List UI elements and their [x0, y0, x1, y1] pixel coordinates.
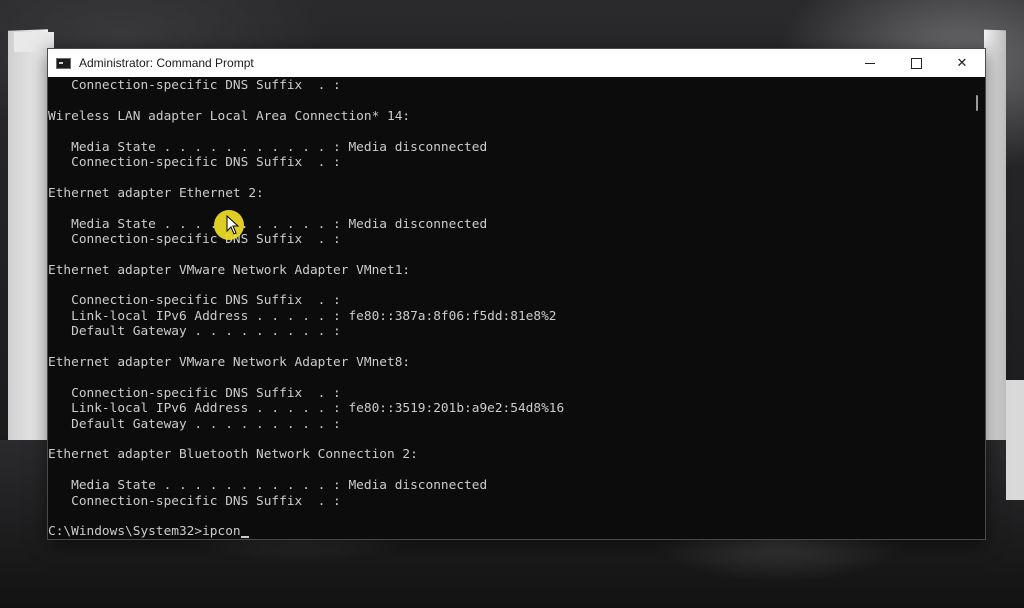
console-line: Ethernet adapter Ethernet 2: [48, 185, 264, 201]
mouse-pointer-icon [226, 215, 240, 235]
console-line: Media State . . . . . . . . . . . : Medi… [48, 139, 488, 155]
text-cursor [240, 536, 249, 539]
minimize-icon [865, 62, 875, 64]
console-lines: Connection-specific DNS Suffix . : Wirele… [48, 78, 564, 539]
close-icon: ✕ [956, 55, 968, 71]
title-bar[interactable]: Administrator: Command Prompt ✕ [48, 49, 985, 77]
background-wall-right [984, 29, 1006, 451]
vertical-scrollbar[interactable] [969, 77, 985, 539]
console-line: Connection-specific DNS Suffix . : [48, 493, 341, 509]
window-controls: ✕ [847, 49, 985, 77]
command-prompt-window[interactable]: Administrator: Command Prompt ✕ Connecti… [47, 48, 986, 540]
window-title: Administrator: Command Prompt [79, 56, 254, 70]
console-line: Default Gateway . . . . . . . . . : [48, 324, 341, 340]
console-line: Connection-specific DNS Suffix . : [48, 385, 341, 401]
console-line: Link-local IPv6 Address . . . . . : fe80… [48, 308, 557, 324]
command-input[interactable]: ipcon [202, 524, 241, 539]
background-tower [1006, 380, 1024, 500]
prompt-path: C:\Windows\System32> [48, 524, 203, 539]
console-output[interactable]: Connection-specific DNS Suffix . : Wirele… [48, 77, 969, 539]
console-line: Connection-specific DNS Suffix . : [48, 231, 341, 247]
maximize-button[interactable] [893, 49, 939, 77]
cmd-icon [56, 57, 71, 69]
scrollbar-thumb[interactable] [976, 95, 978, 111]
console-line: Connection-specific DNS Suffix . : [48, 78, 341, 93]
console-line: Ethernet adapter VMware Network Adapter … [48, 262, 411, 278]
console-line: Ethernet adapter VMware Network Adapter … [48, 355, 411, 371]
console-line: Connection-specific DNS Suffix . : [48, 293, 341, 309]
command-prompt-line[interactable]: C:\Windows\System32> ipcon [48, 524, 564, 539]
console-line: Connection-specific DNS Suffix . : [48, 154, 341, 170]
console-line: Default Gateway . . . . . . . . . : [48, 416, 341, 432]
console-line: Media State . . . . . . . . . . . : Medi… [48, 216, 488, 232]
maximize-icon [910, 57, 922, 69]
minimize-button[interactable] [847, 49, 893, 77]
console-line: Link-local IPv6 Address . . . . . : fe80… [48, 401, 565, 417]
background-wall-left [8, 29, 48, 451]
close-button[interactable]: ✕ [939, 49, 985, 77]
console-line: Wireless LAN adapter Local Area Connecti… [48, 108, 411, 124]
console-line: Ethernet adapter Bluetooth Network Conne… [48, 447, 418, 463]
console-line: Media State . . . . . . . . . . . : Medi… [48, 478, 488, 494]
